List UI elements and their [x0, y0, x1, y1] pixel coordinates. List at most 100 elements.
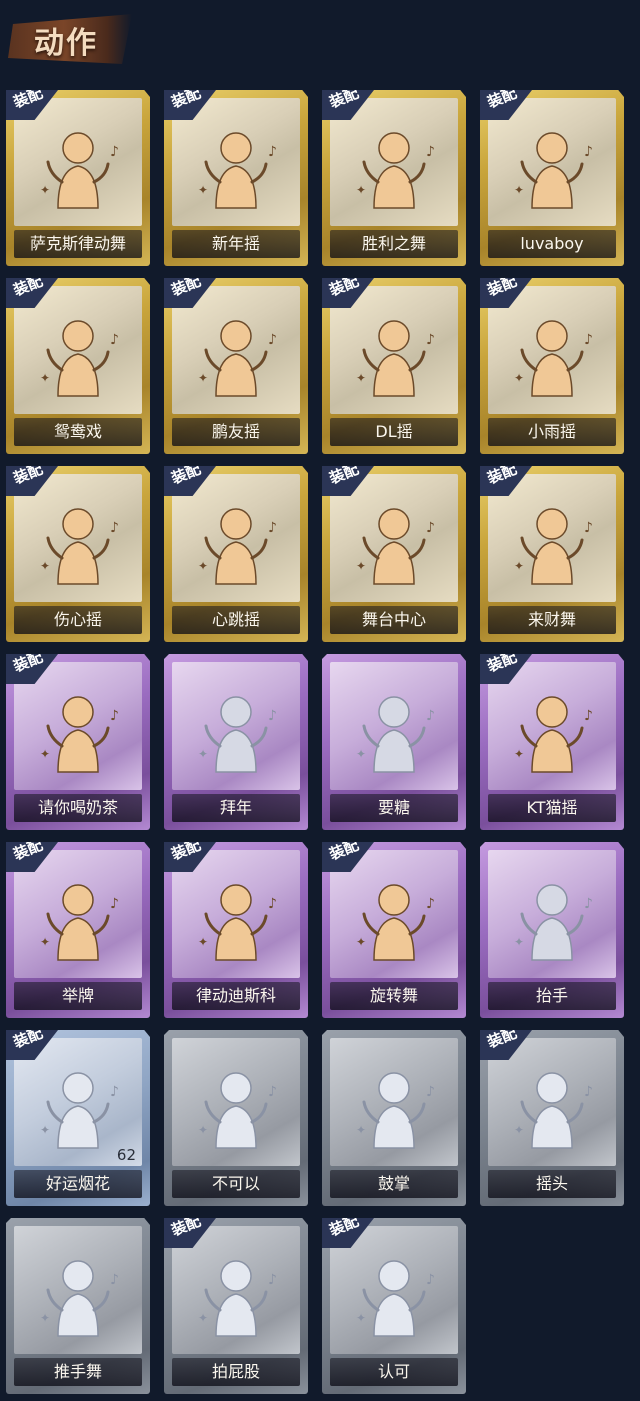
svg-text:✦: ✦	[40, 183, 50, 197]
action-name: luvaboy	[520, 234, 584, 253]
action-name: 伤心摇	[53, 610, 102, 629]
action-card[interactable]: ♪ ✦ 来财舞 装配	[480, 466, 624, 642]
action-card[interactable]: ♪ ✦ 62 好运烟花 装配	[6, 1030, 150, 1206]
action-card[interactable]: ♪ ✦ 律动迪斯科 装配	[164, 842, 308, 1018]
card-label-bar: 不可以	[172, 1170, 300, 1198]
equipped-badge-label: 装配	[484, 83, 520, 112]
action-name: 认可	[377, 1362, 410, 1381]
action-card[interactable]: ♪ ✦ 推手舞	[6, 1218, 150, 1394]
svg-text:♪: ♪	[268, 1272, 277, 1288]
svg-text:♪: ♪	[268, 1084, 277, 1100]
svg-text:✦: ✦	[356, 1311, 366, 1325]
equipped-badge-label: 装配	[326, 835, 362, 864]
action-name: 鹏友摇	[211, 422, 260, 441]
card-label-bar: 鹏友摇	[172, 418, 300, 446]
svg-text:✦: ✦	[198, 1311, 208, 1325]
svg-text:✦: ✦	[198, 935, 208, 949]
svg-text:♪: ♪	[110, 520, 119, 536]
action-card[interactable]: ♪ ✦ 拍屁股 装配	[164, 1218, 308, 1394]
action-card[interactable]: ♪ ✦ 不可以	[164, 1030, 308, 1206]
svg-text:♪: ♪	[110, 896, 119, 912]
card-label-bar: 心跳摇	[172, 606, 300, 634]
svg-text:♪: ♪	[268, 896, 277, 912]
svg-text:♪: ♪	[268, 708, 277, 724]
action-name: 请你喝奶茶	[37, 798, 118, 817]
svg-text:✦: ✦	[198, 747, 208, 761]
action-card[interactable]: ♪ ✦ 新年摇 装配	[164, 90, 308, 266]
svg-text:✦: ✦	[356, 183, 366, 197]
action-card[interactable]: ♪ ✦ 舞台中心 装配	[322, 466, 466, 642]
svg-text:♪: ♪	[268, 144, 277, 160]
card-label-bar: 认可	[330, 1358, 458, 1386]
action-card[interactable]: ♪ ✦ 胜利之舞 装配	[322, 90, 466, 266]
action-name: 拍屁股	[211, 1362, 260, 1381]
action-card[interactable]: ♪ ✦ DL摇 装配	[322, 278, 466, 454]
action-card[interactable]: ♪ ✦ 请你喝奶茶 装配	[6, 654, 150, 830]
card-label-bar: 拜年	[172, 794, 300, 822]
svg-text:♪: ♪	[584, 708, 593, 724]
action-name: 胜利之舞	[361, 234, 426, 253]
equipped-badge-label: 装配	[10, 1023, 46, 1052]
svg-text:✦: ✦	[40, 747, 50, 761]
action-card[interactable]: ♪ ✦ 举牌 装配	[6, 842, 150, 1018]
action-name: 拜年	[219, 798, 252, 817]
svg-text:♪: ♪	[584, 332, 593, 348]
svg-text:♪: ♪	[110, 708, 119, 724]
equipped-badge-label: 装配	[10, 271, 46, 300]
svg-text:✦: ✦	[198, 371, 208, 385]
action-name: 小雨摇	[527, 422, 576, 441]
card-label-bar: 鼓掌	[330, 1170, 458, 1198]
card-label-bar: 拍屁股	[172, 1358, 300, 1386]
action-card[interactable]: ♪ ✦ 心跳摇 装配	[164, 466, 308, 642]
card-label-bar: 舞台中心	[330, 606, 458, 634]
card-label-bar: 旋转舞	[330, 982, 458, 1010]
svg-text:✦: ✦	[514, 747, 524, 761]
action-card[interactable]: ♪ ✦ luvaboy 装配	[480, 90, 624, 266]
equipped-badge-label: 装配	[326, 83, 362, 112]
svg-text:✦: ✦	[356, 559, 366, 573]
equipped-badge-label: 装配	[168, 271, 204, 300]
action-card[interactable]: ♪ ✦ 拜年	[164, 654, 308, 830]
svg-text:♪: ♪	[268, 520, 277, 536]
action-card[interactable]: ♪ ✦ 抬手	[480, 842, 624, 1018]
card-label-bar: DL摇	[330, 418, 458, 446]
card-label-bar: 推手舞	[14, 1358, 142, 1386]
action-name: 好运烟花	[45, 1174, 110, 1193]
action-name: 不可以	[211, 1174, 260, 1193]
figure-bow-icon: ♪✦	[198, 696, 277, 773]
card-label-bar: 小雨摇	[488, 418, 616, 446]
action-card[interactable]: ♪ ✦ KT猫摇 装配	[480, 654, 624, 830]
svg-text:✦: ✦	[40, 1311, 50, 1325]
svg-text:♪: ♪	[426, 708, 435, 724]
equipped-badge-label: 装配	[10, 647, 46, 676]
action-card[interactable]: ♪ ✦ 摇头 装配	[480, 1030, 624, 1206]
card-label-bar: 胜利之舞	[330, 230, 458, 258]
svg-text:♪: ♪	[426, 896, 435, 912]
action-card[interactable]: ♪ ✦ 小雨摇 装配	[480, 278, 624, 454]
action-card[interactable]: ♪ ✦ 认可 装配	[322, 1218, 466, 1394]
action-card[interactable]: ♪ ✦ 鸳鸯戏 装配	[6, 278, 150, 454]
action-card[interactable]: ♪ ✦ 鹏友摇 装配	[164, 278, 308, 454]
equipped-badge-label: 装配	[484, 647, 520, 676]
action-card[interactable]: ♪ ✦ 萨克斯律动舞 装配	[6, 90, 150, 266]
figure-push-icon: ♪✦	[40, 1260, 119, 1337]
action-card[interactable]: ♪ ✦ 鼓掌	[322, 1030, 466, 1206]
action-card[interactable]: ♪ ✦ 要糖	[322, 654, 466, 830]
svg-text:✦: ✦	[40, 935, 50, 949]
svg-text:✦: ✦	[356, 1123, 366, 1137]
card-label-bar: 萨克斯律动舞	[14, 230, 142, 258]
equipped-badge-label: 装配	[484, 1023, 520, 1052]
finger-wag-icon: ♪✦	[198, 1072, 277, 1149]
action-name: 舞台中心	[361, 610, 426, 629]
action-name: 要糖	[377, 798, 410, 817]
svg-text:✦: ✦	[356, 747, 366, 761]
figure-reach-icon: ♪✦	[356, 696, 435, 773]
equipped-badge-label: 装配	[484, 271, 520, 300]
action-card[interactable]: ♪ ✦ 伤心摇 装配	[6, 466, 150, 642]
svg-text:♪: ♪	[110, 332, 119, 348]
card-label-bar: 摇头	[488, 1170, 616, 1198]
svg-text:♪: ♪	[426, 1084, 435, 1100]
svg-text:✦: ✦	[198, 1123, 208, 1137]
card-label-bar: 好运烟花	[14, 1170, 142, 1198]
action-card[interactable]: ♪ ✦ 旋转舞 装配	[322, 842, 466, 1018]
